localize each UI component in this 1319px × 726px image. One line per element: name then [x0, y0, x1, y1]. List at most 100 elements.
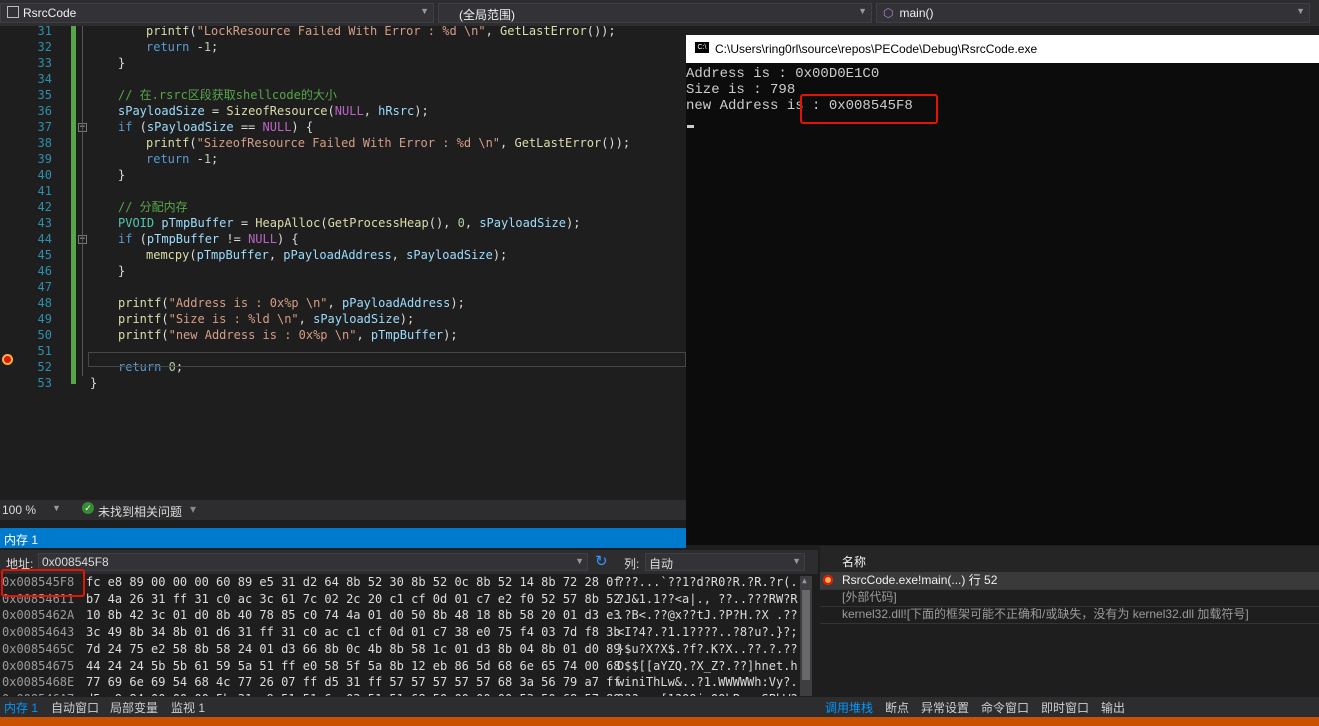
chevron-down-icon[interactable]: ▼ [575, 556, 584, 566]
code-text: return -1; [146, 152, 219, 166]
highlight-box-memory-address [1, 569, 85, 597]
issues-status[interactable]: 未找到相关问题 [98, 503, 182, 520]
code-text: return -1; [146, 40, 219, 54]
code-text: printf("new Address is : 0x%p \n", pTmpB… [118, 328, 458, 342]
tab-output[interactable]: 输出 [1101, 699, 1125, 716]
tab-memory-1[interactable]: 内存 1 [4, 699, 38, 716]
chevron-down-icon[interactable]: ▼ [792, 556, 801, 566]
code-line[interactable]: 49 printf("Size is : %ld \n", sPayloadSiz… [0, 311, 686, 327]
call-stack-row[interactable]: RsrcCode.exe!main(...) 行 52 [820, 572, 1319, 590]
refresh-icon[interactable]: ↻ [595, 552, 608, 570]
code-line[interactable]: 37if (sPayloadSize == NULL) {− [0, 119, 686, 135]
code-line[interactable]: 31 printf("LockResource Failed With Error… [0, 26, 686, 39]
navigation-bar: RsrcCode ▼ (全局范围) ▼ ⬡ main() ▼ [0, 0, 1319, 26]
code-text: // 在.rsrc区段获取shellcode的大小 [118, 88, 337, 102]
tab-command-window[interactable]: 命令窗口 [981, 699, 1029, 716]
code-line[interactable]: 35 // 在.rsrc区段获取shellcode的大小 [0, 87, 686, 103]
code-line[interactable]: 50 printf("new Address is : 0x%p \n", pTm… [0, 327, 686, 343]
code-line[interactable]: 34 [0, 71, 686, 87]
memory-view[interactable]: 0x008545F8 fc e8 89 00 00 00 60 89 e5 31 … [0, 574, 800, 696]
column-select[interactable]: 自动 ▼ [645, 553, 805, 571]
memory-ascii: winiThLw&..?1.WWWWWh:Vy?. [617, 675, 798, 690]
check-icon: ✓ [82, 502, 94, 514]
line-number: 53 [37, 376, 52, 390]
debug-tabs-right: 调用堆栈 断点 异常设置 命令窗口 即时窗口 输出 [818, 697, 1319, 717]
chevron-down-icon[interactable]: ▾ [190, 502, 196, 516]
code-editor[interactable]: 31 printf("LockResource Failed With Error… [0, 26, 686, 498]
code-line[interactable]: 32 return -1; [0, 39, 686, 55]
code-line[interactable]: 45 memcpy(pTmpBuffer, pPayloadAddress, sP… [0, 247, 686, 263]
tab-locals[interactable]: 局部变量 [110, 699, 158, 716]
code-line[interactable]: 42 // 分配内存 [0, 199, 686, 215]
line-number: 42 [37, 200, 52, 214]
column-header-name[interactable]: 名称 [842, 553, 866, 570]
tab-exception-settings[interactable]: 异常设置 [921, 699, 969, 716]
tab-autos[interactable]: 自动窗口 [51, 699, 99, 716]
call-stack-header[interactable]: 名称 [820, 546, 1319, 572]
code-text: } [118, 168, 126, 182]
memory-bytes: 7d 24 75 e2 58 8b 58 24 01 d3 66 8b 0c 4… [86, 641, 621, 656]
line-number: 48 [37, 296, 52, 310]
code-text: if (pTmpBuffer != NULL) { [118, 232, 299, 246]
console-title-bar[interactable]: C:\ C:\Users\ring0rl\source\repos\PECode… [686, 35, 1319, 63]
chevron-down-icon[interactable]: ▼ [52, 503, 61, 513]
line-number: 41 [37, 184, 52, 198]
column-label: 列: [624, 557, 640, 571]
code-line[interactable]: 36 sPayloadSize = SizeofResource(NULL, hR… [0, 103, 686, 119]
scroll-up-icon[interactable]: ▲ [802, 576, 807, 585]
memory-ascii: ???...[1?QQj.QQhP...SPhW? [617, 691, 798, 696]
code-line[interactable]: 40} [0, 167, 686, 183]
code-line[interactable]: 43 PVOID pTmpBuffer = HeapAlloc(GetProces… [0, 215, 686, 231]
code-line[interactable]: 53} [0, 375, 686, 391]
project-icon [7, 6, 19, 18]
line-number: 47 [37, 280, 52, 294]
line-number: 34 [37, 72, 52, 86]
code-line[interactable]: 44if (pTmpBuffer != NULL) {− [0, 231, 686, 247]
line-number: 38 [37, 136, 52, 150]
address-input[interactable]: 0x008545F8 ▼ [38, 553, 588, 571]
code-text: sPayloadSize = SizeofResource(NULL, hRsr… [118, 104, 429, 118]
memory-bytes: 10 8b 42 3c 01 d0 8b 40 78 85 c0 74 4a 0… [86, 608, 621, 623]
code-line[interactable]: 33} [0, 55, 686, 71]
chevron-down-icon: ▼ [1296, 6, 1305, 16]
code-line[interactable]: 41 [0, 183, 686, 199]
code-line[interactable]: 38 printf("SizeofResource Failed With Err… [0, 135, 686, 151]
tab-watch-1[interactable]: 监视 1 [171, 699, 205, 716]
tab-breakpoints[interactable]: 断点 [885, 699, 909, 716]
memory-ascii: ???...`??1?d?R0?R.?R.?r(. [617, 575, 798, 589]
memory-window-title[interactable]: 内存 1 [0, 528, 686, 548]
scroll-thumb[interactable] [802, 590, 810, 680]
column-value: 自动 [649, 557, 674, 571]
code-text: memcpy(pTmpBuffer, pPayloadAddress, sPay… [146, 248, 508, 262]
scope-dropdown[interactable]: (全局范围) ▼ [438, 3, 872, 23]
zoom-level[interactable]: 100 % [2, 503, 36, 517]
memory-ascii: ?J&1.1??<a|., ??..???RW?R [617, 591, 798, 606]
code-line[interactable]: 48 printf("Address is : 0x%p \n", pPayloa… [0, 295, 686, 311]
memory-ascii: <I?4?.?1.1????..?8?u?.}?; [617, 625, 798, 640]
line-number: 31 [37, 26, 52, 38]
memory-bytes: 3c 49 8b 34 8b 01 d6 31 ff 31 c0 ac c1 c… [86, 625, 621, 640]
code-line[interactable]: 46} [0, 263, 686, 279]
line-number: 40 [37, 168, 52, 182]
code-text: printf("SizeofResource Failed With Error… [146, 136, 631, 150]
memory-address: 0x0085468E [2, 675, 75, 690]
call-stack-window[interactable]: 名称 RsrcCode.exe!main(...) 行 52 [外部代码] ke… [820, 546, 1319, 696]
change-indicator [71, 26, 76, 384]
scope-label: (全局范围) [459, 8, 515, 22]
console-title: C:\Users\ring0rl\source\repos\PECode\Deb… [715, 42, 1038, 56]
tab-immediate-window[interactable]: 即时窗口 [1041, 699, 1089, 716]
line-number: 45 [37, 248, 52, 262]
memory-scrollbar[interactable]: ▲ [800, 576, 812, 696]
status-bar [0, 717, 1319, 726]
function-dropdown[interactable]: ⬡ main() ▼ [876, 3, 1310, 23]
memory-ascii: D$$[[aYZQ.?X_Z?.??]hnet.h [617, 658, 798, 673]
breakpoint-icon[interactable] [2, 354, 13, 365]
call-stack-row[interactable]: [外部代码] [820, 589, 1319, 607]
code-line[interactable]: 47 [0, 279, 686, 295]
tab-call-stack[interactable]: 调用堆栈 [825, 699, 873, 716]
console-window[interactable]: C:\ C:\Users\ring0rl\source\repos\PECode… [686, 35, 1319, 545]
call-stack-row[interactable]: kernel32.dll![下面的框架可能不正确和/或缺失，没有为 kernel… [820, 606, 1319, 624]
line-number: 49 [37, 312, 52, 326]
project-dropdown[interactable]: RsrcCode ▼ [0, 3, 434, 23]
code-line[interactable]: 39 return -1; [0, 151, 686, 167]
